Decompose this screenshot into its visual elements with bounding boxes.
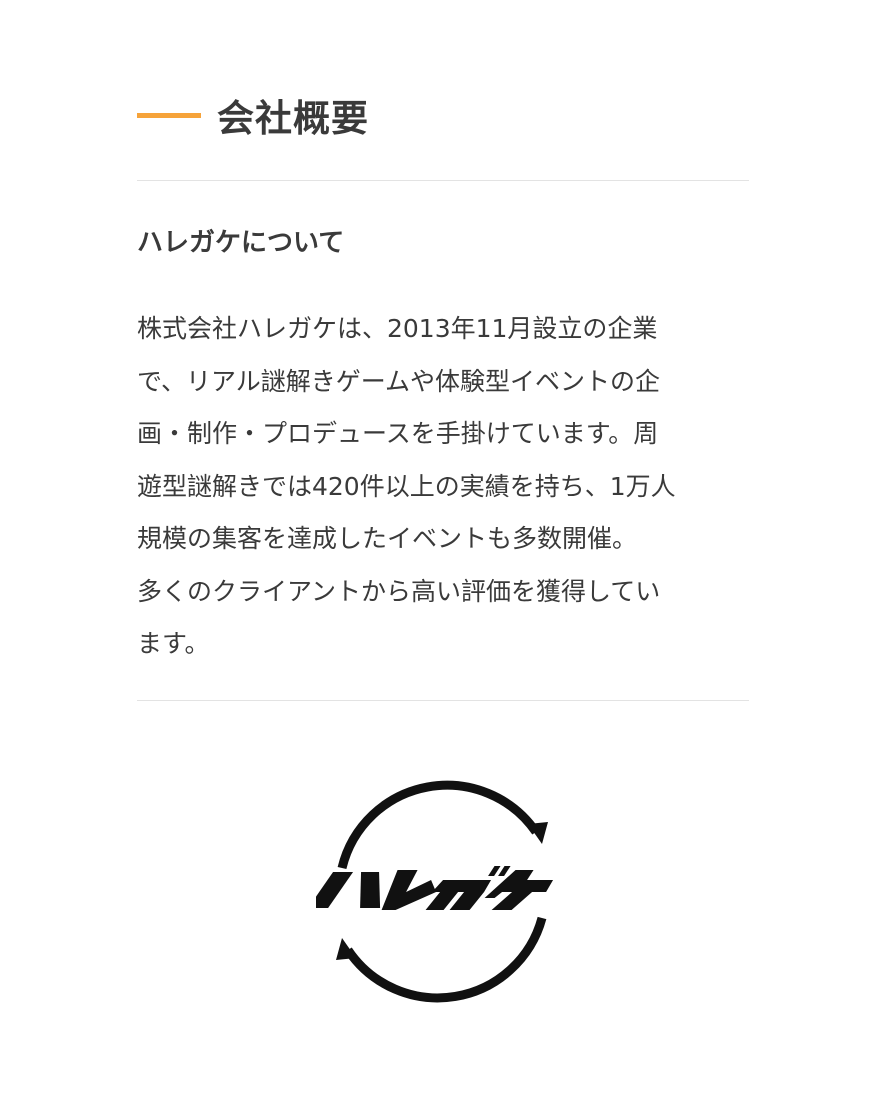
description-line: で、リアル謎解きゲームや体験型イベントの企: [137, 366, 661, 396]
description-line: 多くのクライアントから高い評価を獲得してい: [137, 576, 661, 606]
description-line: 画・制作・プロデュースを手掛けています。周: [137, 419, 659, 448]
heading-accent-bar: [137, 112, 201, 118]
hare-gake-logo: [316, 780, 554, 1003]
divider-top: [137, 180, 749, 181]
description-line: 株式会社ハレガケは、2013年11月設立の企業: [137, 314, 658, 343]
description-line: ます。: [137, 629, 210, 658]
company-description: 株式会社ハレガケは、2013年11月設立の企業 で、リアル謎解きゲームや体験型イ…: [137, 303, 749, 671]
section-title: 会社概要: [217, 97, 369, 140]
about-subheading: ハレガケについて: [137, 228, 345, 258]
description-line: 遊型謎解きでは420件以上の実績を持ち、1万人: [137, 471, 676, 501]
description-line: 規模の集客を達成したイベントも多数開催。: [137, 524, 638, 553]
section-heading: 会社概要: [137, 90, 369, 140]
divider-bottom: [137, 700, 749, 701]
